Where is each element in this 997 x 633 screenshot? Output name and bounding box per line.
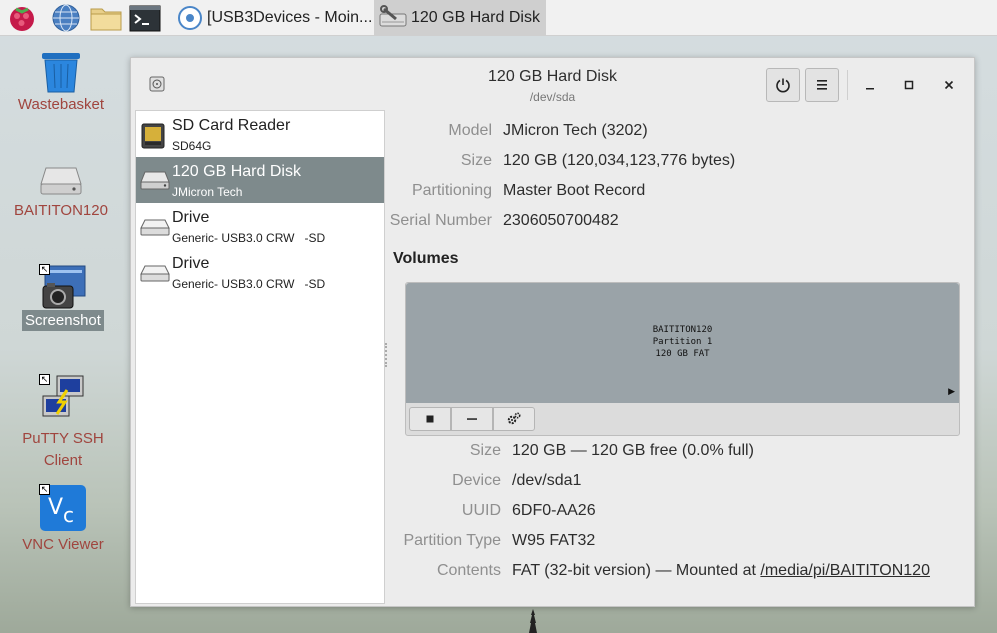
desktop-icon-label: Screenshot [22,310,104,331]
gears-icon [507,412,521,425]
volumes-heading: Volumes [393,250,459,267]
hard-disk-icon [140,169,170,196]
device-name: Drive [172,255,210,272]
info-value: 2306050700482 [503,212,619,229]
close-button[interactable] [936,72,962,98]
info-value: W95 FAT32 [512,532,596,549]
play-arrow-icon: ▶ [948,386,955,396]
maximize-icon [904,80,914,90]
taskbar-task-label: 120 GB Hard Disk [411,9,540,26]
header-separator [847,70,848,100]
info-label: Model [448,122,492,139]
disks-icon [378,5,408,31]
sd-card-icon [140,123,166,154]
drive-icon [140,215,170,242]
minus-icon [467,418,477,420]
chromium-icon [177,5,203,31]
unmount-button[interactable] [409,407,451,431]
desktop-icon-baititon120[interactable]: BAITITON120 [6,160,116,222]
screenshot-icon: ↖ [39,264,87,310]
info-label: Device [452,472,501,489]
partition-number: Partition 1 [652,337,713,347]
desktop-icon-label: Client [43,452,83,469]
info-label: Partitioning [411,182,492,199]
info-value: /dev/sda1 [512,472,582,489]
info-value: JMicron Tech (3202) [503,122,648,139]
taskbar-task-disks[interactable]: 120 GB Hard Disk [374,0,546,36]
partition-desc: 120 GB FAT [655,349,710,359]
title-bar[interactable]: 120 GB Hard Disk /dev/sda [131,58,974,110]
maximize-button[interactable] [896,72,922,98]
info-label: Size [469,442,501,459]
hamburger-menu-icon [817,80,827,90]
device-sub: SD64G [172,139,212,153]
info-label: Contents [436,562,501,579]
partition-settings-button[interactable] [493,407,535,431]
wallpaper-tower [527,609,539,633]
device-name: 120 GB Hard Disk [172,163,301,180]
taskbar-task-label: [USB3Devices - Moin... [207,9,372,26]
desktop-icon-label: Wastebasket [17,96,105,113]
info-value: 6DF0-AA26 [512,502,596,519]
folder-icon[interactable] [89,3,122,33]
putty-icon: ↖ [39,374,87,422]
device-sub: JMicron Tech [172,185,243,199]
shortcut-arrow-icon: ↖ [39,374,50,385]
drive-icon [38,160,84,200]
partition-name: BAITITON120 [652,325,713,335]
device-name: SD Card Reader [172,117,291,134]
info-label: UUID [461,502,501,519]
device-sub: Generic- USB3.0 CRW -SD [172,231,326,245]
taskbar: [USB3Devices - Moin... 120 GB Hard Disk [0,0,997,36]
info-value: Master Boot Record [503,182,646,199]
desktop-icon-vnc-viewer[interactable]: ↖ V c VNC Viewer [8,484,118,556]
desktop-icon-putty[interactable]: ↖ PuTTY SSH Client [8,374,118,472]
device-name: Drive [172,209,210,226]
svg-text:c: c [63,503,74,527]
raspberry-menu-icon[interactable] [6,3,38,33]
desktop-icon-label: VNC Viewer [22,536,104,553]
mount-point-link[interactable]: /media/pi/BAITITON120 [760,562,930,579]
wastebasket-icon [38,50,84,94]
desktop-icon-screenshot[interactable]: ↖ Screenshot [8,264,118,332]
info-label: Serial Number [389,212,492,229]
volume-map: BAITITON120 Partition 1 120 GB FAT ▶ [405,282,960,436]
disks-window: 120 GB Hard Disk /dev/sda SD Card Reader… [130,57,975,607]
desktop-icon-label: BAITITON120 [14,202,108,219]
contents-text: FAT (32-bit version) — Mounted at [512,562,761,579]
shortcut-arrow-icon: ↖ [39,484,50,495]
desktop-icon-label: PuTTY SSH [22,430,104,447]
info-label: Partition Type [403,532,501,549]
info-value: 120 GB — 120 GB free (0.0% full) [512,442,754,459]
shortcut-arrow-icon: ↖ [39,264,50,275]
power-icon [776,78,790,93]
stop-icon [426,415,434,423]
delete-partition-button[interactable] [451,407,493,431]
menu-button[interactable] [805,68,839,102]
info-value: 120 GB (120,034,123,776 bytes) [503,152,736,169]
globe-browser-icon[interactable] [50,3,82,33]
terminal-icon[interactable] [129,3,161,33]
drive-icon [140,261,170,288]
info-value: FAT (32-bit version) — Mounted at /media… [512,562,930,580]
minimize-icon [866,88,874,90]
vnc-icon: ↖ V c [39,484,87,532]
partition-block[interactable]: BAITITON120 Partition 1 120 GB FAT ▶ [406,283,959,403]
info-label: Size [460,152,492,169]
device-sub: Generic- USB3.0 CRW -SD [172,277,326,291]
desktop-icon-wastebasket[interactable]: Wastebasket [6,50,116,116]
close-icon [944,80,954,90]
disk-info-panel: Model JMicron Tech (3202) Size 120 GB (1… [387,110,972,604]
taskbar-task-chromium[interactable]: [USB3Devices - Moin... [173,0,372,36]
power-off-button[interactable] [766,68,800,102]
device-item-drive[interactable]: Drive Generic- USB3.0 CRW -SD [136,249,384,295]
svg-text:V: V [48,495,63,520]
minimize-button[interactable] [857,72,883,98]
